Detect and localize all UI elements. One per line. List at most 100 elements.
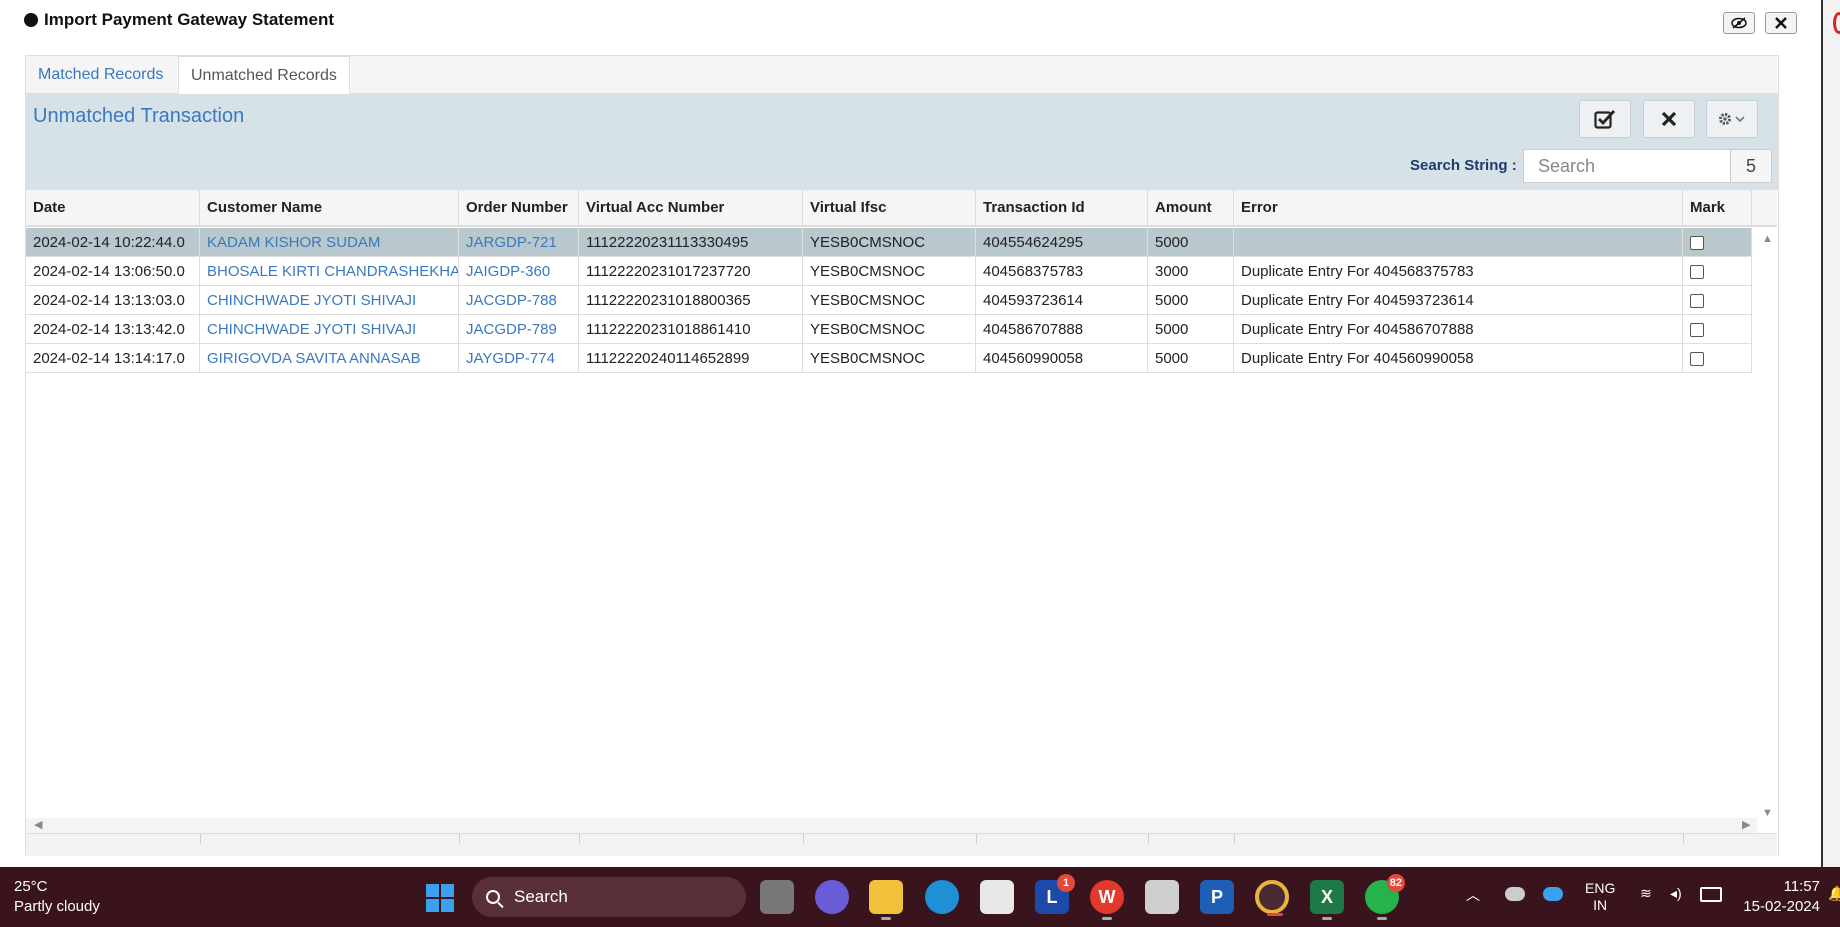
order-number-link[interactable]: JACGDP-788 [459, 286, 579, 314]
order-number-link[interactable]: JARGDP-721 [459, 228, 579, 256]
mark-checkbox[interactable] [1690, 323, 1704, 337]
eye-slash-icon[interactable] [1723, 12, 1755, 34]
transaction-id-cell: 404593723614 [976, 286, 1148, 314]
order-number-link[interactable]: JACGDP-789 [459, 315, 579, 343]
store-icon[interactable] [980, 880, 1014, 914]
order-number-link[interactable]: JAIGDP-360 [459, 257, 579, 285]
table-row[interactable]: 2024-02-14 13:06:50.0 BHOSALE KIRTI CHAND… [26, 257, 1752, 286]
table-header: Date Customer Name Order Number Virtual … [26, 190, 1777, 227]
virtual-ifsc-cell: YESB0CMSNOC [803, 315, 976, 343]
error-cell: Duplicate Entry For 404593723614 [1234, 286, 1683, 314]
virtual-acc-cell: 11122220240114652899 [579, 344, 803, 372]
task-view-icon[interactable] [760, 880, 794, 914]
customer-name-link[interactable]: GIRIGOVDA SAVITA ANNASAB [200, 344, 459, 372]
error-cell [1234, 228, 1683, 256]
horizontal-scrollbar[interactable]: ◀ ▶ [26, 818, 1757, 833]
virtual-ifsc-cell: YESB0CMSNOC [803, 228, 976, 256]
volume-icon[interactable]: ◂) [1670, 885, 1682, 902]
scroll-down-icon[interactable]: ▼ [1762, 807, 1773, 819]
battery-icon[interactable] [1700, 887, 1722, 902]
record-count: 5 [1731, 149, 1772, 183]
table-row[interactable]: 2024-02-14 13:13:03.0 CHINCHWADE JYOTI SH… [26, 286, 1752, 315]
customer-name-link[interactable]: CHINCHWADE JYOTI SHIVAJI [200, 315, 459, 343]
customer-name-link[interactable]: KADAM KISHOR SUDAM [200, 228, 459, 256]
file-explorer-icon[interactable] [869, 880, 903, 920]
close-icon [1775, 17, 1787, 29]
virtual-acc-cell: 11122220231018800365 [579, 286, 803, 314]
taskbar-search-label: Search [514, 887, 568, 906]
clear-button[interactable] [1643, 100, 1695, 138]
transaction-id-cell: 404560990058 [976, 344, 1148, 372]
chrome-icon[interactable] [1255, 880, 1289, 916]
close-button[interactable] [1765, 12, 1797, 34]
mark-cell [1683, 257, 1752, 285]
scroll-up-icon[interactable]: ▲ [1762, 233, 1773, 245]
app-p-icon[interactable]: P [1200, 880, 1234, 914]
language-indicator[interactable]: ENG IN [1585, 880, 1615, 914]
lang-bottom: IN [1593, 897, 1608, 913]
date-cell: 2024-02-14 13:13:42.0 [26, 315, 200, 343]
table-row[interactable]: 2024-02-14 10:22:44.0 KADAM KISHOR SUDAM J… [26, 228, 1752, 257]
cloud-icon[interactable] [1543, 887, 1563, 901]
amount-cell: 3000 [1148, 257, 1234, 285]
amount-cell: 5000 [1148, 344, 1234, 372]
notification-bell-icon[interactable]: 🔔 [1828, 885, 1840, 902]
virtual-ifsc-cell: YESB0CMSNOC [803, 286, 976, 314]
mark-all-button[interactable] [1579, 100, 1631, 138]
weather-widget[interactable]: 25°C Partly cloudy [14, 877, 100, 917]
column-header-customer-name[interactable]: Customer Name [200, 190, 459, 225]
wifi-icon[interactable]: ≋ [1640, 885, 1652, 902]
tab-bar: Matched Records Unmatched Records [26, 56, 1778, 94]
column-header-order-number[interactable]: Order Number [459, 190, 579, 225]
mark-checkbox[interactable] [1690, 352, 1704, 366]
notification-badge: 82 [1386, 874, 1405, 892]
taskbar-clock[interactable]: 11:57 15-02-2024 [1740, 877, 1820, 917]
customer-name-link[interactable]: CHINCHWADE JYOTI SHIVAJI [200, 286, 459, 314]
background-window-edge [1821, 0, 1840, 867]
tab-unmatched-records[interactable]: Unmatched Records [178, 56, 350, 94]
weather-temp: 25°C [14, 878, 48, 895]
edge-icon[interactable] [925, 880, 959, 914]
app-l-icon[interactable]: L1 [1035, 874, 1075, 914]
records-panel: Matched Records Unmatched Records Unmatc… [25, 55, 1779, 856]
wps-office-icon[interactable]: W [1090, 880, 1124, 920]
window-app-icon[interactable] [1145, 880, 1179, 914]
onedrive-icon[interactable] [1505, 887, 1525, 901]
windows-start-icon[interactable] [426, 884, 454, 912]
amount-cell: 5000 [1148, 228, 1234, 256]
settings-dropdown-button[interactable] [1706, 100, 1758, 138]
table-row[interactable]: 2024-02-14 13:13:42.0 CHINCHWADE JYOTI SH… [26, 315, 1752, 344]
scroll-left-icon[interactable]: ◀ [34, 818, 42, 831]
column-header-virtual-ifsc[interactable]: Virtual Ifsc [803, 190, 976, 225]
clock-date: 15-02-2024 [1743, 898, 1820, 915]
vertical-scrollbar[interactable]: ▲ ▼ [1757, 227, 1777, 833]
column-header-mark[interactable]: Mark [1683, 190, 1752, 225]
modal-title-text: Import Payment Gateway Statement [44, 10, 335, 29]
column-header-amount[interactable]: Amount [1148, 190, 1234, 225]
search-icon [486, 890, 500, 904]
table-row[interactable]: 2024-02-14 13:14:17.0 GIRIGOVDA SAVITA AN… [26, 344, 1752, 373]
column-header-error[interactable]: Error [1234, 190, 1683, 225]
excel-icon[interactable]: X [1310, 880, 1344, 920]
table-body: 2024-02-14 10:22:44.0 KADAM KISHOR SUDAM J… [26, 227, 1757, 818]
meet-icon[interactable] [815, 880, 849, 914]
virtual-acc-cell: 11122220231113330495 [579, 228, 803, 256]
tab-matched-records[interactable]: Matched Records [26, 56, 178, 93]
chevron-up-icon[interactable]: ︿ [1466, 885, 1480, 905]
taskbar-search[interactable]: Search [472, 877, 746, 917]
scroll-right-icon[interactable]: ▶ [1742, 818, 1750, 831]
notification-badge: 1 [1057, 874, 1075, 892]
weather-desc: Partly cloudy [14, 898, 100, 915]
table-footer [26, 833, 1777, 856]
mark-checkbox[interactable] [1690, 265, 1704, 279]
customer-name-link[interactable]: BHOSALE KIRTI CHANDRASHEKHA [200, 257, 459, 285]
mark-checkbox[interactable] [1690, 236, 1704, 250]
virtual-acc-cell: 11122220231018861410 [579, 315, 803, 343]
column-header-virtual-acc-number[interactable]: Virtual Acc Number [579, 190, 803, 225]
column-header-transaction-id[interactable]: Transaction Id [976, 190, 1148, 225]
whatsapp-icon[interactable]: 82 [1365, 874, 1405, 920]
column-header-date[interactable]: Date [26, 190, 200, 225]
mark-checkbox[interactable] [1690, 294, 1704, 308]
search-input[interactable] [1523, 149, 1731, 183]
order-number-link[interactable]: JAYGDP-774 [459, 344, 579, 372]
